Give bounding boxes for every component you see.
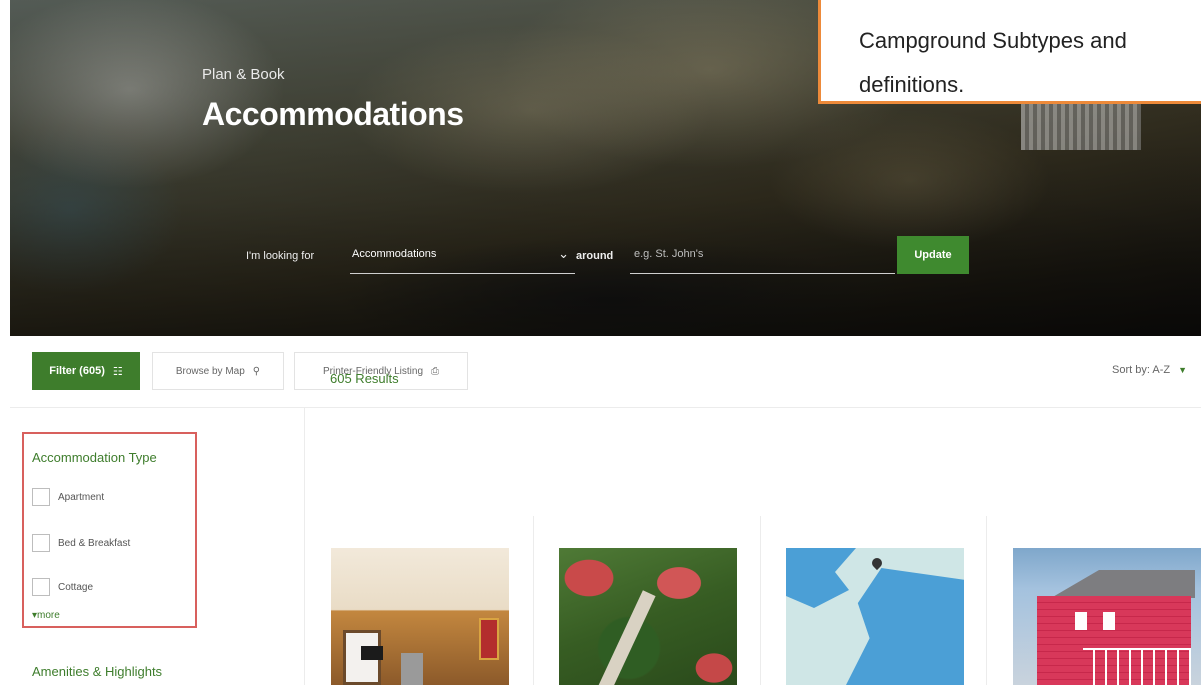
map-water-graphic — [786, 548, 856, 608]
page-title: Accommodations — [202, 96, 464, 132]
filter-option-label: Cottage — [58, 581, 94, 593]
amenities-heading[interactable]: Amenities & Highlights — [32, 664, 162, 679]
around-label: around — [576, 250, 614, 262]
callout-line-2: definitions. — [859, 72, 965, 97]
listing-card-image-3[interactable] — [786, 548, 964, 685]
sliders-icon: ☷ — [112, 365, 123, 378]
roof-graphic — [1051, 570, 1195, 598]
filter-option-label: Apartment — [58, 491, 105, 503]
listing-card-image-4[interactable] — [1013, 548, 1201, 685]
category-select-value: Accommodations — [352, 248, 437, 260]
wall-art-graphic — [479, 618, 499, 660]
show-more-label: more — [37, 610, 60, 621]
fridge-graphic — [401, 653, 423, 685]
update-button[interactable]: Update — [897, 236, 969, 274]
sort-dropdown[interactable]: Sort by: A-Z ▼ — [1112, 364, 1187, 376]
hero-eyebrow: Plan & Book — [202, 66, 285, 83]
tv-graphic — [361, 646, 383, 660]
accommodation-type-filter: Accommodation Type Apartment Bed & Break… — [22, 432, 197, 628]
window-graphic — [1075, 612, 1087, 630]
railing-graphic — [1083, 648, 1191, 685]
map-water-graphic — [846, 568, 964, 685]
callout-line-1: Campground Subtypes and — [859, 28, 1127, 53]
browse-map-button[interactable]: Browse by Map ⚲ — [152, 352, 284, 390]
checkbox[interactable] — [32, 534, 50, 552]
filter-option-label: Bed & Breakfast — [58, 537, 131, 549]
printer-icon: ⎙ — [431, 365, 440, 377]
filter-option-bed-breakfast[interactable]: Bed & Breakfast — [32, 534, 130, 552]
road-graphic — [596, 590, 656, 685]
window-graphic — [1103, 612, 1115, 630]
caret-down-icon: ▼ — [1178, 365, 1187, 375]
card-divider — [760, 516, 761, 685]
category-select[interactable]: Accommodations ⌄ — [350, 240, 575, 274]
filter-option-apartment[interactable]: Apartment — [32, 488, 104, 506]
filter-sidebar: Accommodation Type Apartment Bed & Break… — [10, 408, 305, 685]
results-toolbar: Filter (605) ☷ Browse by Map ⚲ Printer-F… — [10, 336, 1201, 408]
listing-card-image-1[interactable] — [331, 548, 509, 685]
filter-button-label: Filter (605) — [49, 365, 105, 377]
accommodation-type-heading: Accommodation Type — [32, 450, 157, 465]
card-divider — [986, 516, 987, 685]
looking-for-label: I'm looking for — [246, 250, 315, 262]
listing-card-image-2[interactable] — [559, 548, 737, 685]
checkbox[interactable] — [32, 578, 50, 596]
location-input[interactable]: e.g. St. John's — [630, 240, 895, 274]
browse-map-label: Browse by Map — [175, 365, 245, 377]
annotation-callout: Campground Subtypes and definitions. — [818, 0, 1201, 104]
left-margin — [0, 0, 10, 336]
show-more-link[interactable]: ▾more — [32, 610, 60, 621]
checkbox[interactable] — [32, 488, 50, 506]
filter-option-cottage[interactable]: Cottage — [32, 578, 93, 596]
card-divider — [533, 516, 534, 685]
results-count: 605 Results — [330, 371, 399, 386]
chevron-down-icon: ⌄ — [558, 246, 569, 261]
map-pin-icon: ⚲ — [252, 365, 261, 377]
filter-button[interactable]: Filter (605) ☷ — [32, 352, 140, 390]
sort-label: Sort by: A-Z — [1112, 364, 1171, 376]
map-pin-icon — [869, 555, 885, 571]
